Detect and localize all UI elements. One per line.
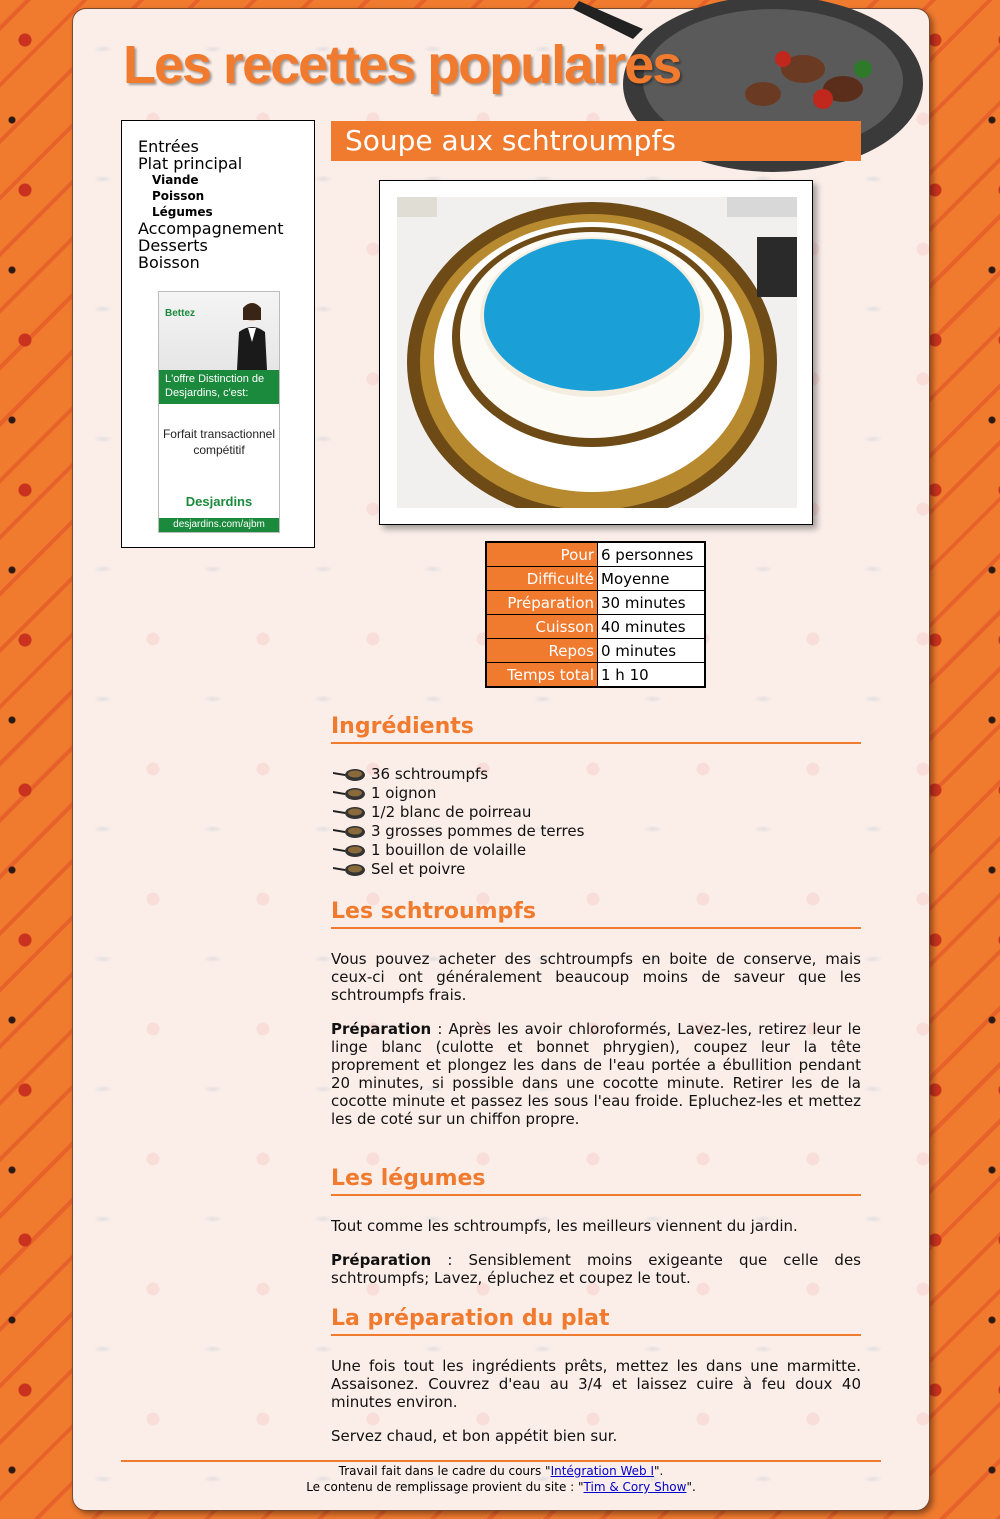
- footer-text: ".: [686, 1480, 696, 1494]
- info-key: Cuisson: [485, 614, 598, 639]
- ingredient-text: 3 grosses pommes de terres: [371, 822, 585, 840]
- footer-text: Le contenu de remplissage provient du si…: [306, 1480, 584, 1494]
- preparation-plat-text: Une fois tout les ingrédients prêts, met…: [331, 1357, 861, 1411]
- ad-body: Forfait transactionnel compétitif: [162, 427, 276, 457]
- list-item: 36 schtroumpfs: [331, 765, 584, 784]
- info-value: 0 minutes: [597, 638, 706, 663]
- sidebar-nav: Entrées Plat principal Viande Poisson Lé…: [121, 120, 315, 548]
- source-link[interactable]: Tim & Cory Show: [584, 1480, 687, 1494]
- footer-divider: [121, 1460, 881, 1462]
- prep-label: Préparation: [331, 1251, 432, 1269]
- table-row: Difficulté Moyenne: [485, 566, 706, 591]
- nav-list: Entrées Plat principal Viande Poisson Lé…: [122, 138, 284, 271]
- list-item: Sel et poivre: [331, 860, 584, 879]
- prep-label: Préparation: [331, 1020, 432, 1038]
- pan-bullet-icon: [333, 807, 365, 819]
- ad-logo: Desjardins: [185, 494, 253, 509]
- info-value: 6 personnes: [597, 541, 706, 567]
- info-value: 1 h 10: [597, 662, 706, 688]
- ingredient-text: 36 schtroumpfs: [371, 765, 489, 783]
- footer-line-1: Travail fait dans le cadre du cours "Int…: [121, 1464, 881, 1478]
- info-key: Difficulté: [485, 566, 598, 591]
- site-title: Les recettes populaires: [123, 35, 682, 95]
- list-item: 1/2 blanc de poirreau: [331, 803, 584, 822]
- list-item: 1 bouillon de volaille: [331, 841, 584, 860]
- ad-headline: L'offre Distinction de Desjardins, c'est…: [159, 370, 279, 404]
- nav-item-viande[interactable]: Viande: [122, 172, 284, 188]
- ad-brand: Bettez: [165, 308, 196, 319]
- nav-item-entrees[interactable]: Entrées: [122, 138, 284, 155]
- schtroumpfs-heading: Les schtroumpfs: [331, 897, 861, 929]
- legumes-heading: Les légumes: [331, 1164, 861, 1196]
- nav-item-poisson[interactable]: Poisson: [122, 188, 284, 204]
- footer-text: ".: [654, 1464, 664, 1478]
- info-key: Pour: [485, 541, 598, 567]
- table-row: Préparation 30 minutes: [485, 590, 706, 615]
- info-key: Repos: [485, 638, 598, 663]
- ingredient-text: Sel et poivre: [371, 860, 466, 878]
- schtroumpfs-preparation: Préparation : Après les avoir chloroform…: [331, 1020, 861, 1128]
- desjardins-ad-banner[interactable]: Bettez L'offre Distinction de Desjardins…: [158, 291, 280, 533]
- preparation-plat-heading: La préparation du plat: [331, 1304, 861, 1336]
- recipe-title: Soupe aux schtroumpfs: [331, 121, 861, 161]
- info-key: Préparation: [485, 590, 598, 615]
- pan-bullet-icon: [333, 788, 365, 800]
- table-row: Temps total 1 h 10: [485, 662, 706, 688]
- footer-text: Travail fait dans le cadre du cours ": [338, 1464, 551, 1478]
- info-value: 30 minutes: [597, 590, 706, 615]
- ingredient-text: 1 bouillon de volaille: [371, 841, 527, 859]
- ad-header: Bettez: [159, 292, 279, 370]
- ad-url[interactable]: desjardins.com/ajbm: [159, 518, 279, 532]
- nav-item-desserts[interactable]: Desserts: [122, 237, 284, 254]
- ingredients-list: 36 schtroumpfs 1 oignon 1/2 blanc de poi…: [331, 765, 584, 879]
- table-row: Cuisson 40 minutes: [485, 614, 706, 639]
- pan-bullet-icon: [333, 826, 365, 838]
- info-value: Moyenne: [597, 566, 706, 591]
- ingredient-text: 1/2 blanc de poirreau: [371, 803, 532, 821]
- pan-bullet-icon: [333, 864, 365, 876]
- nav-item-boisson[interactable]: Boisson: [122, 254, 284, 271]
- legumes-intro: Tout comme les schtroumpfs, les meilleur…: [331, 1217, 798, 1235]
- ad-person-image: [237, 303, 267, 370]
- soup-plate-photo: [397, 197, 797, 508]
- info-value: 40 minutes: [597, 614, 706, 639]
- nav-item-plat-principal[interactable]: Plat principal: [122, 155, 284, 172]
- pan-bullet-icon: [333, 769, 365, 781]
- recipe-info-table: Pour 6 personnes Difficulté Moyenne Prépar…: [485, 541, 706, 688]
- schtroumpfs-intro: Vous pouvez acheter des schtroumpfs en b…: [331, 950, 861, 1004]
- course-link[interactable]: Intégration Web I: [551, 1464, 654, 1478]
- ingredient-text: 1 oignon: [371, 784, 437, 802]
- nav-item-accompagnement[interactable]: Accompagnement: [122, 220, 284, 237]
- nav-item-legumes[interactable]: Légumes: [122, 204, 284, 220]
- recipe-photo-frame: [379, 180, 813, 525]
- pan-bullet-icon: [333, 845, 365, 857]
- page-container: Les recettes populaires Entrées Plat pri…: [72, 0, 930, 1511]
- table-row: Pour 6 personnes: [485, 541, 706, 567]
- table-row: Repos 0 minutes: [485, 638, 706, 663]
- footer-line-2: Le contenu de remplissage provient du si…: [121, 1480, 881, 1494]
- list-item: 3 grosses pommes de terres: [331, 822, 584, 841]
- list-item: 1 oignon: [331, 784, 584, 803]
- serving-text: Servez chaud, et bon appétit bien sur.: [331, 1427, 618, 1445]
- ingredients-heading: Ingrédients: [331, 712, 861, 744]
- info-key: Temps total: [485, 662, 598, 688]
- legumes-preparation: Préparation : Sensiblement moins exigean…: [331, 1251, 861, 1287]
